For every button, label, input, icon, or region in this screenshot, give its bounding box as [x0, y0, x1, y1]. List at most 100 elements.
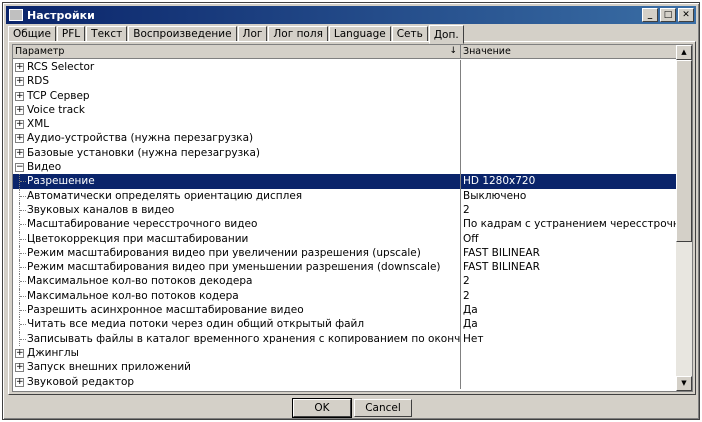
- tab-7[interactable]: Сеть: [391, 26, 428, 42]
- value-cell[interactable]: 2: [461, 274, 677, 288]
- value-cell[interactable]: Да: [461, 317, 677, 331]
- property-row[interactable]: Масштабирование чересстрочного видео По к…: [13, 217, 677, 232]
- expand-icon[interactable]: +: [15, 120, 24, 130]
- expand-icon[interactable]: +: [15, 148, 24, 158]
- group-row[interactable]: + XML: [13, 117, 677, 132]
- property-row[interactable]: Режим масштабирования видео при уменьшен…: [13, 260, 677, 275]
- param-cell[interactable]: + Джинглы: [13, 345, 461, 361]
- tab-6[interactable]: Language: [328, 26, 391, 42]
- tab-2[interactable]: Текст: [86, 26, 128, 42]
- param-cell[interactable]: Режим масштабирования видео при уменьшен…: [13, 260, 461, 275]
- value-cell[interactable]: [461, 89, 677, 103]
- value-cell[interactable]: FAST BILINEAR: [461, 246, 677, 260]
- property-row[interactable]: Разрешить асинхронное масштабирование ви…: [13, 303, 677, 318]
- close-button[interactable]: ✕: [678, 8, 694, 22]
- param-cell[interactable]: + XML: [13, 117, 461, 132]
- tab-4[interactable]: Лог: [237, 26, 268, 42]
- group-row[interactable]: + Базовые установки (нужна перезагрузка): [13, 145, 677, 161]
- group-row[interactable]: − Видео: [13, 160, 677, 175]
- value-cell[interactable]: [461, 346, 677, 360]
- value-cell[interactable]: Нет: [461, 332, 677, 346]
- value-cell[interactable]: Выключено: [461, 189, 677, 203]
- maximize-button[interactable]: □: [660, 8, 676, 22]
- tab-1[interactable]: PFL: [56, 26, 86, 42]
- value-cell[interactable]: [461, 103, 677, 117]
- value-cell[interactable]: HD 1280x720: [461, 174, 677, 189]
- scroll-thumb[interactable]: [676, 60, 692, 242]
- param-cell[interactable]: Цветокоррекция при масштабировании: [13, 231, 461, 246]
- title-bar[interactable]: Настройки _ □ ✕: [6, 6, 696, 24]
- expand-icon[interactable]: +: [15, 77, 24, 87]
- param-cell[interactable]: + RDS: [13, 74, 461, 89]
- group-row[interactable]: + Джинглы: [13, 345, 677, 361]
- expand-icon[interactable]: +: [15, 91, 24, 101]
- param-cell[interactable]: Читать все медиа потоки через один общий…: [13, 317, 461, 332]
- value-cell[interactable]: [461, 60, 677, 74]
- tab-5[interactable]: Лог поля: [268, 26, 328, 42]
- value-cell[interactable]: [461, 375, 677, 389]
- group-row[interactable]: + Запуск внешних приложений: [13, 360, 677, 375]
- property-row[interactable]: Цветокоррекция при масштабировании Off: [13, 231, 677, 246]
- param-cell[interactable]: Разрешение: [13, 174, 461, 189]
- param-cell[interactable]: + Звуковой редактор: [13, 374, 461, 389]
- param-cell[interactable]: Разрешить асинхронное масштабирование ви…: [13, 303, 461, 318]
- param-cell[interactable]: + Voice track: [13, 102, 461, 118]
- value-cell[interactable]: FAST BILINEAR: [461, 260, 677, 274]
- param-cell[interactable]: + TCP Сервер: [13, 88, 461, 103]
- tab-3[interactable]: Воспроизведение: [128, 26, 237, 42]
- param-cell[interactable]: Максимальное кол-во потоков кодера: [13, 288, 461, 304]
- value-cell[interactable]: [461, 160, 677, 174]
- group-row[interactable]: + RCS Selector: [13, 60, 677, 75]
- property-row[interactable]: Максимальное кол-во потоков кодера 2: [13, 288, 677, 304]
- param-cell[interactable]: Записывать файлы в каталог временного хр…: [13, 331, 461, 346]
- expand-icon[interactable]: +: [15, 377, 24, 387]
- param-cell[interactable]: + Аудио-устройства (нужна перезагрузка): [13, 131, 461, 146]
- value-cell[interactable]: [461, 360, 677, 374]
- vertical-scrollbar[interactable]: ▲ ▼: [676, 45, 692, 391]
- param-cell[interactable]: + Базовые установки (нужна перезагрузка): [13, 145, 461, 161]
- property-row[interactable]: Читать все медиа потоки через один общий…: [13, 317, 677, 332]
- property-row[interactable]: Режим масштабирования видео при увеличен…: [13, 245, 677, 261]
- group-row[interactable]: + Звуковой редактор: [13, 374, 677, 389]
- tab-0[interactable]: Общие: [8, 26, 56, 42]
- property-row[interactable]: Разрешение HD 1280x720: [13, 174, 677, 189]
- param-cell[interactable]: Максимальное кол-во потоков декодера: [13, 274, 461, 289]
- group-row[interactable]: + RDS: [13, 74, 677, 89]
- value-cell[interactable]: Да: [461, 303, 677, 317]
- expand-icon[interactable]: +: [15, 63, 24, 72]
- expand-icon[interactable]: +: [15, 134, 24, 144]
- expand-icon[interactable]: +: [15, 363, 24, 373]
- tab-8[interactable]: Доп.: [428, 25, 464, 44]
- expand-icon[interactable]: +: [15, 105, 24, 115]
- value-cell[interactable]: Off: [461, 232, 677, 246]
- column-header-value[interactable]: Значение: [461, 45, 677, 59]
- value-cell[interactable]: 2: [461, 203, 677, 217]
- property-row[interactable]: Звуковых каналов в видео 2: [13, 202, 677, 218]
- value-cell[interactable]: [461, 117, 677, 131]
- param-cell[interactable]: Режим масштабирования видео при увеличен…: [13, 245, 461, 261]
- minimize-button[interactable]: _: [642, 8, 658, 22]
- collapse-icon[interactable]: −: [15, 163, 24, 173]
- param-cell[interactable]: Звуковых каналов в видео: [13, 202, 461, 218]
- group-row[interactable]: + TCP Сервер: [13, 88, 677, 103]
- property-row[interactable]: Записывать файлы в каталог временного хр…: [13, 331, 677, 346]
- value-cell[interactable]: [461, 146, 677, 160]
- value-cell[interactable]: 2: [461, 289, 677, 303]
- param-cell[interactable]: Автоматически определять ориентацию дисп…: [13, 188, 461, 203]
- ok-button[interactable]: OK: [292, 398, 352, 418]
- group-row[interactable]: + Voice track: [13, 102, 677, 118]
- column-header-param[interactable]: Параметр ↓: [13, 45, 461, 59]
- property-row[interactable]: Автоматически определять ориентацию дисп…: [13, 188, 677, 203]
- value-cell[interactable]: По кадрам с устранением чересстрочности: [461, 217, 677, 231]
- scroll-down-icon[interactable]: ▼: [676, 376, 692, 391]
- param-cell[interactable]: − Видео: [13, 160, 461, 175]
- param-cell[interactable]: + Запуск внешних приложений: [13, 360, 461, 375]
- property-row[interactable]: Максимальное кол-во потоков декодера 2: [13, 274, 677, 289]
- group-row[interactable]: + Аудио-устройства (нужна перезагрузка): [13, 131, 677, 146]
- param-cell[interactable]: Масштабирование чересстрочного видео: [13, 217, 461, 232]
- scroll-up-icon[interactable]: ▲: [676, 45, 692, 60]
- param-cell[interactable]: + RCS Selector: [13, 60, 461, 75]
- value-cell[interactable]: [461, 131, 677, 145]
- expand-icon[interactable]: +: [15, 348, 24, 358]
- cancel-button[interactable]: Cancel: [354, 399, 412, 417]
